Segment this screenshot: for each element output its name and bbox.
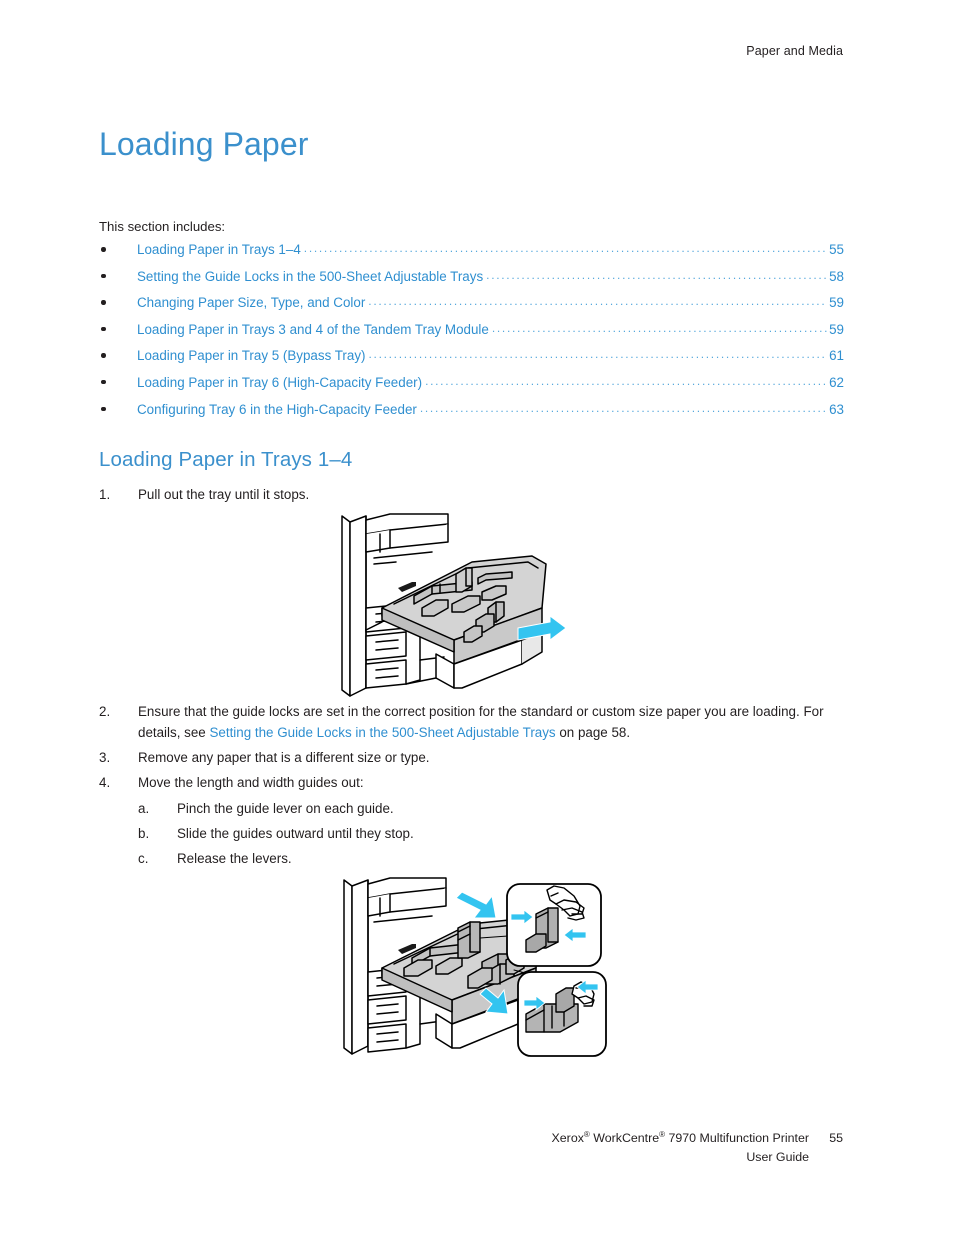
substep-text: Pinch the guide lever on each guide. <box>177 800 394 816</box>
cross-reference-link[interactable]: Setting the Guide Locks in the 500-Sheet… <box>209 725 555 740</box>
step-text: Remove any paper that is a different siz… <box>138 749 430 765</box>
step-number: 2. <box>99 704 111 719</box>
footer-product: WorkCentre <box>589 1131 660 1145</box>
step-number: 4. <box>99 774 111 790</box>
toc-leader: ........................................… <box>486 267 827 282</box>
footer-brand: Xerox <box>551 1131 584 1145</box>
callout-pinch-width-guide <box>517 971 607 1057</box>
toc-leader: ........................................… <box>303 241 827 255</box>
step-number: 3. <box>99 749 111 765</box>
step-item: 3. Remove any paper that is a different … <box>99 748 844 769</box>
toc-item-label[interactable]: Loading Paper in Trays 1–4 <box>137 242 301 257</box>
bullet-icon <box>101 379 106 385</box>
running-header: Paper and Media <box>746 44 843 58</box>
footer-guide-label: User Guide <box>746 1150 809 1164</box>
section-heading: Loading Paper in Trays 1–4 <box>99 448 353 471</box>
toc-item-label[interactable]: Loading Paper in Trays 3 and 4 of the Ta… <box>137 322 489 337</box>
substep-number: a. <box>138 800 150 816</box>
toc-item-label[interactable]: Loading Paper in Tray 6 (High-Capacity F… <box>137 375 422 390</box>
printer-tray-pull-out-illustration <box>336 512 572 703</box>
footer-product-line: Xerox® WorkCentre® 7970 Multifunction Pr… <box>552 1125 843 1148</box>
page-title: Loading Paper <box>99 126 309 162</box>
toc-item-page[interactable]: 61 <box>829 348 844 363</box>
bullet-icon <box>101 273 106 279</box>
toc-leader: ........................................… <box>491 320 827 335</box>
step-list-top: 1. Pull out the tray until it stops. <box>99 485 844 506</box>
toc-leader: ........................................… <box>419 400 828 415</box>
page-footer: Xerox® WorkCentre® 7970 Multifunction Pr… <box>552 1125 843 1167</box>
document-page: Paper and Media Loading Paper This secti… <box>0 0 954 1235</box>
footer-model: 7970 Multifunction Printer <box>665 1131 809 1145</box>
length-guide-move-arrow <box>455 891 497 919</box>
page-number: 55 <box>829 1131 843 1145</box>
toc-item-page[interactable]: 58 <box>829 269 844 284</box>
section-includes-label: This section includes: <box>99 219 226 234</box>
toc-leader: ........................................… <box>425 373 828 388</box>
bullet-icon <box>101 326 106 332</box>
toc-item[interactable]: Loading Paper in Tray 5 (Bypass Tray) ..… <box>99 347 844 375</box>
bullet-icon <box>101 247 106 252</box>
step-list-main: 2. Ensure that the guide locks are set i… <box>99 702 844 869</box>
toc-item-page[interactable]: 55 <box>829 242 844 257</box>
substep-list: a. Pinch the guide lever on each guide. … <box>138 799 844 870</box>
step-text: Move the length and width guides out: <box>138 774 364 790</box>
substep-text: Release the levers. <box>177 850 292 866</box>
substep-text: Slide the guides outward until they stop… <box>177 825 414 841</box>
toc-leader: ........................................… <box>368 294 828 309</box>
step-text-after: on page 58. <box>555 724 631 740</box>
substep-number: c. <box>138 850 149 866</box>
table-of-contents: Loading Paper in Trays 1–4 .............… <box>99 241 844 429</box>
printer-tray-guide-levers-illustration <box>340 876 608 1069</box>
toc-item-label[interactable]: Configuring Tray 6 in the High-Capacity … <box>137 402 417 417</box>
bullet-icon <box>101 406 106 412</box>
toc-item[interactable]: Loading Paper in Tray 6 (High-Capacity F… <box>99 373 844 402</box>
toc-item[interactable]: Loading Paper in Trays 3 and 4 of the Ta… <box>99 320 844 349</box>
substep-number: b. <box>138 825 150 841</box>
toc-item[interactable]: Changing Paper Size, Type, and Color ...… <box>99 294 844 322</box>
bullet-icon <box>101 353 106 358</box>
substep-item: c. Release the levers. <box>138 849 844 870</box>
step-item: 4. Move the length and width guides out: <box>99 773 844 794</box>
step-item: 2. Ensure that the guide locks are set i… <box>99 702 844 743</box>
toc-item-page[interactable]: 63 <box>829 402 844 417</box>
footer-guide-line: User Guide <box>552 1148 843 1167</box>
step-text: Ensure that the guide locks are set in t… <box>138 702 844 743</box>
toc-item-page[interactable]: 59 <box>829 322 844 337</box>
toc-item[interactable]: Setting the Guide Locks in the 500-Sheet… <box>99 267 844 296</box>
substep-item: b. Slide the guides outward until they s… <box>138 824 844 845</box>
toc-item[interactable]: Configuring Tray 6 in the High-Capacity … <box>99 400 844 429</box>
toc-item-page[interactable]: 62 <box>829 375 844 390</box>
toc-item-label[interactable]: Setting the Guide Locks in the 500-Sheet… <box>137 269 483 284</box>
toc-item-label[interactable]: Changing Paper Size, Type, and Color <box>137 295 365 310</box>
step-number: 1. <box>99 487 111 502</box>
toc-item-label[interactable]: Loading Paper in Tray 5 (Bypass Tray) <box>137 348 366 363</box>
toc-item[interactable]: Loading Paper in Trays 1–4 .............… <box>99 241 844 269</box>
toc-leader: ........................................… <box>368 347 828 362</box>
step-text: Pull out the tray until it stops. <box>138 487 310 502</box>
step-item: 1. Pull out the tray until it stops. <box>99 485 844 506</box>
toc-item-page[interactable]: 59 <box>829 295 844 310</box>
callout-pinch-length-guide <box>506 883 602 967</box>
bullet-icon <box>101 300 106 305</box>
substep-item: a. Pinch the guide lever on each guide. <box>138 799 844 820</box>
